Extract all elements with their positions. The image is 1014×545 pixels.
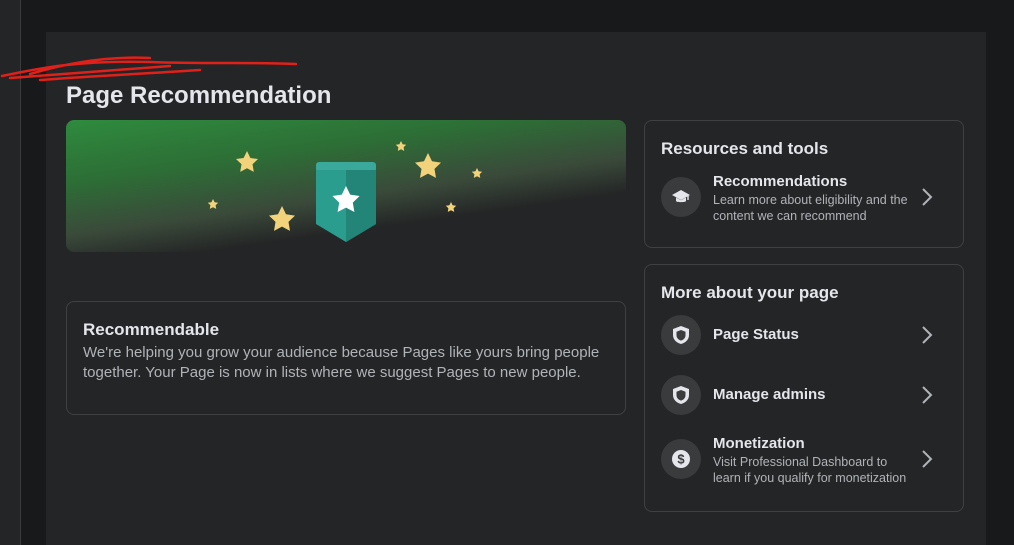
svg-text:$: $ <box>677 452 685 467</box>
star-icon <box>415 153 441 178</box>
star-icon <box>269 206 295 231</box>
page-status-title: Page Status <box>713 326 799 343</box>
shield-icon <box>661 315 701 355</box>
chevron-right-icon <box>922 326 933 344</box>
graduation-cap-icon <box>661 177 701 217</box>
monetization-subtitle: Visit Professional Dashboard to learn if… <box>713 455 907 485</box>
recommendations-subtitle: Learn more about eligibility and the con… <box>713 193 908 223</box>
manage-admins-title: Manage admins <box>713 386 826 403</box>
banner-illustration <box>207 141 483 242</box>
star-icon <box>236 151 258 172</box>
recommendable-card: Recommendable We're helping you grow you… <box>66 301 626 415</box>
manage-admins-row[interactable]: Manage admins <box>661 371 949 419</box>
resources-card: Resources and tools Recommendations Lear… <box>644 120 964 248</box>
page-status-row[interactable]: Page Status <box>661 311 949 359</box>
chevron-right-icon <box>922 188 933 206</box>
recommendable-title: Recommendable <box>83 320 220 339</box>
recommendations-title: Recommendations <box>713 173 848 190</box>
recommendable-description: We're helping you grow your audience bec… <box>83 344 600 381</box>
star-icon <box>395 141 407 151</box>
chevron-right-icon <box>922 386 933 404</box>
badge-icon <box>316 162 376 242</box>
shield-icon <box>661 375 701 415</box>
about-heading: More about your page <box>661 283 839 302</box>
about-card: More about your page Page Status Manage … <box>644 264 964 512</box>
recommendation-banner <box>66 120 626 252</box>
star-icon <box>207 199 219 209</box>
page-title: Page Recommendation <box>66 82 332 109</box>
star-icon <box>445 202 457 212</box>
chevron-right-icon <box>922 450 933 468</box>
recommendations-row[interactable]: Recommendations Learn more about eligibi… <box>661 173 949 223</box>
dollar-icon: $ <box>661 439 701 479</box>
monetization-title: Monetization <box>713 435 805 452</box>
resources-heading: Resources and tools <box>661 139 829 158</box>
monetization-row[interactable]: $ Monetization Visit Professional Dashbo… <box>661 435 949 485</box>
star-icon <box>471 168 483 178</box>
